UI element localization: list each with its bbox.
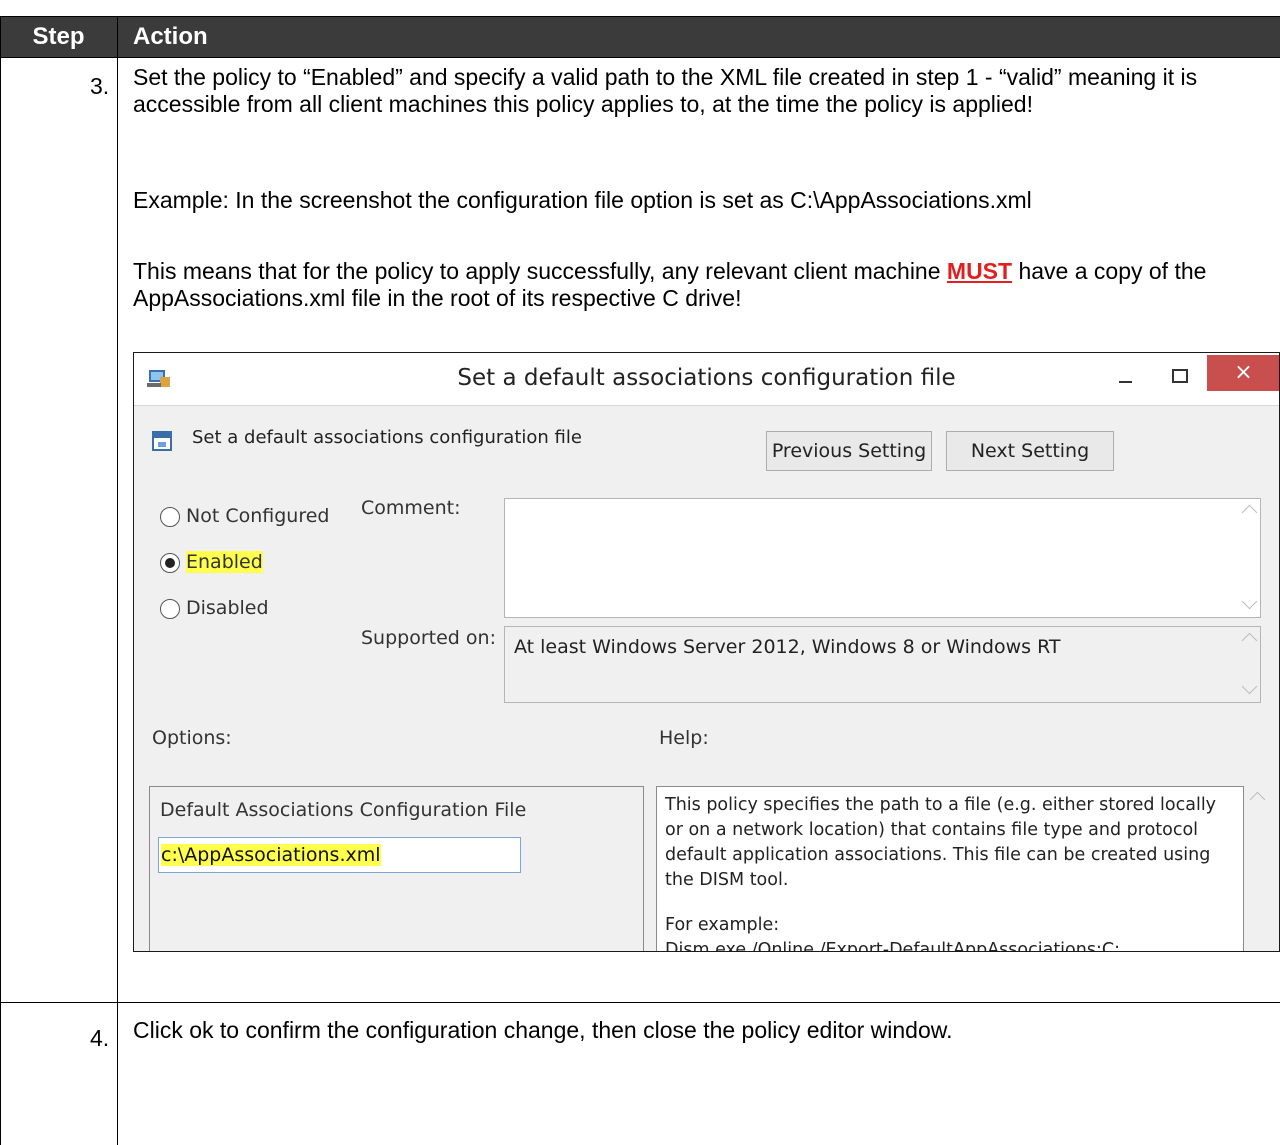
previous-setting-button[interactable]: Previous Setting [766, 431, 932, 471]
minimize-button[interactable] [1111, 363, 1141, 391]
help-label: Help: [659, 727, 709, 749]
help-paragraph-1: This policy specifies the path to a file… [665, 795, 1217, 890]
radio-label: Disabled [186, 597, 269, 619]
supported-on-value: At least Windows Server 2012, Windows 8 … [514, 636, 1061, 658]
radio-circle-selected[interactable] [160, 553, 180, 573]
scroll-up-icon[interactable] [1241, 504, 1258, 521]
supported-on-box: At least Windows Server 2012, Windows 8 … [504, 626, 1261, 703]
close-button[interactable]: × [1207, 355, 1279, 391]
comment-label: Comment: [361, 497, 461, 519]
radio-circle[interactable] [160, 507, 180, 527]
help-text: This policy specifies the path to a file… [665, 793, 1235, 952]
help-paragraph-3: Dism.exe /Online /Export-DefaultAppAssoc… [665, 940, 1120, 952]
scroll-down-icon[interactable] [1241, 593, 1258, 610]
row-divider [0, 1002, 1280, 1003]
radio-label: Enabled [186, 551, 263, 573]
options-panel: Default Associations Configuration File … [149, 786, 644, 951]
option-field-label: Default Associations Configuration File [160, 799, 527, 821]
step3-paragraph-1: Set the policy to “Enabled” and specify … [133, 64, 1198, 117]
scroll-up-icon[interactable] [1241, 632, 1258, 649]
table-border-left [0, 16, 1, 1145]
setting-name: Set a default associations configuration… [192, 427, 582, 448]
radio-label: Not Configured [186, 505, 330, 527]
help-panel: This policy specifies the path to a file… [656, 786, 1244, 952]
help-scrollbar[interactable] [1246, 786, 1268, 951]
comment-scrollbar[interactable] [1238, 499, 1260, 617]
scroll-up-icon[interactable] [1249, 791, 1266, 808]
scroll-down-icon[interactable] [1241, 678, 1258, 695]
document-page: Step Action 3. Set the policy to “Enable… [0, 0, 1280, 1145]
dialog-titlebar: Set a default associations configuration… [134, 353, 1279, 406]
step-number-4: 4. [90, 1025, 110, 1051]
step3-paragraph-2: Example: In the screenshot the configura… [133, 187, 1032, 213]
help-paragraph-2: For example: [665, 915, 780, 935]
must-emphasis: MUST [946, 258, 1013, 284]
config-file-path-input[interactable]: c:\AppAssociations.xml [158, 837, 521, 873]
maximize-button[interactable] [1164, 363, 1194, 391]
config-file-path-value: c:\AppAssociations.xml [161, 844, 381, 866]
radio-circle[interactable] [160, 599, 180, 619]
step4-text: Click ok to confirm the configuration ch… [133, 1017, 953, 1043]
dialog-title: Set a default associations configuration… [457, 365, 956, 391]
paragraph-3-text-start: This means that for the policy to apply … [133, 258, 947, 284]
table-header: Step Action [0, 16, 1280, 58]
supported-on-label: Supported on: [361, 627, 496, 649]
header-step: Step [32, 23, 85, 50]
policy-setting-dialog: Set a default associations configuration… [133, 352, 1280, 952]
comment-textarea[interactable] [504, 498, 1261, 618]
options-label: Options: [152, 727, 232, 749]
step3-paragraph-3: This means that for the policy to apply … [133, 258, 1258, 312]
header-action: Action [133, 23, 208, 50]
step-number-3: 3. [90, 73, 110, 99]
table-column-divider [117, 16, 118, 1145]
next-setting-button[interactable]: Next Setting [946, 431, 1114, 471]
supported-scrollbar[interactable] [1238, 627, 1260, 702]
policy-setting-icon [152, 431, 172, 451]
